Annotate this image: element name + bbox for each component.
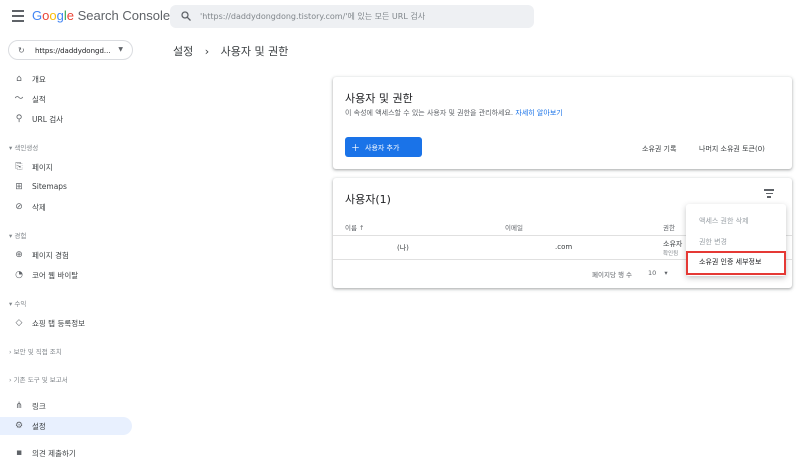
- sidebar-item-label: URL 검사: [32, 115, 64, 124]
- hamburger-menu-icon[interactable]: [12, 10, 24, 22]
- rows-per-page-value: 10: [648, 269, 657, 277]
- sitemap-icon: ⊞: [15, 182, 23, 192]
- section-experience[interactable]: ▾ 경험: [9, 230, 26, 240]
- sidebar-item-label: 페이지: [32, 163, 53, 172]
- menu-item-label: 액세스 권한 삭제: [699, 217, 749, 225]
- sidebar-item-overview[interactable]: ⌂ 개요: [0, 70, 132, 88]
- ownership-history-button[interactable]: 소유권 기록: [642, 144, 676, 154]
- column-header-email[interactable]: 이메일: [505, 222, 523, 232]
- gear-icon: ⚙: [14, 421, 24, 431]
- rows-per-page-label: 페이지당 행 수: [592, 271, 633, 279]
- sidebar-item-label: Sitemaps: [32, 182, 67, 191]
- sidebar-item-label: 쇼핑 탭 등록정보: [32, 319, 86, 328]
- section-label: 수익: [14, 300, 27, 308]
- section-enhancements[interactable]: ▾ 수익: [9, 298, 26, 308]
- sidebar-item-core-web-vitals[interactable]: ◔ 코어 웹 바이탈: [0, 266, 132, 284]
- search-icon: [181, 11, 191, 21]
- menu-item-change-permission[interactable]: 권한 변경: [686, 231, 786, 251]
- section-label: 경험: [14, 232, 27, 240]
- sidebar-item-links[interactable]: ⋔ 링크: [0, 397, 132, 415]
- sidebar-item-shopping[interactable]: ◇ 쇼핑 탭 등록정보: [0, 314, 132, 332]
- users-title: 사용자(1): [345, 193, 391, 206]
- sidebar-item-url-inspection[interactable]: ⚲ URL 검사: [0, 110, 132, 128]
- menu-item-label: 소유권 인증 세부정보: [699, 258, 762, 266]
- sidebar-item-label: 의견 제출하기: [32, 449, 76, 458]
- sidebar-item-label: 코어 웹 바이탈: [32, 271, 79, 280]
- add-user-label: 사용자 추가: [365, 144, 400, 152]
- tag-icon: ◇: [15, 318, 23, 328]
- person-add-icon: ＋: [351, 144, 361, 154]
- sidebar-item-removals[interactable]: ⊘ 삭제: [0, 198, 132, 216]
- permissions-card: 사용자 및 권한 이 속성에 액세스할 수 있는 사용자 및 권한을 관리하세요…: [333, 77, 792, 169]
- user-permission-status: 확인됨: [663, 251, 679, 257]
- breadcrumb-current: 사용자 및 권한: [220, 45, 289, 58]
- app-logo[interactable]: Google Search Console: [32, 8, 170, 23]
- sidebar-item-label: 실적: [32, 95, 46, 104]
- column-header-name[interactable]: 이름 ↑: [345, 222, 365, 232]
- section-label: 기존 도구 및 보고서: [13, 376, 68, 384]
- sidebar: ↻ https://daddydongd... ▼ ⌂ 개요 〜 실적 ⚲ UR…: [0, 34, 140, 464]
- filter-icon[interactable]: [764, 189, 774, 198]
- page-title: 사용자 및 권한: [345, 92, 413, 105]
- sidebar-item-label: 삭제: [32, 203, 46, 212]
- links-icon: ⋔: [15, 401, 23, 411]
- add-user-button[interactable]: ＋ 사용자 추가: [345, 137, 422, 157]
- menu-item-ownership-details[interactable]: 소유권 인증 세부정보: [686, 251, 786, 275]
- section-label: 색인생성: [14, 144, 39, 152]
- section-legacy[interactable]: › 기존 도구 및 보고서: [9, 374, 68, 384]
- trending-icon: 〜: [14, 94, 24, 104]
- visibility-off-icon: ⊘: [15, 202, 23, 212]
- logo-letter: o: [49, 8, 57, 23]
- breadcrumb-parent[interactable]: 설정: [173, 45, 193, 58]
- section-label: 보안 및 직접 조치: [13, 348, 62, 356]
- description-text: 이 속성에 액세스할 수 있는 사용자 및 권한을 관리하세요.: [345, 109, 514, 117]
- menu-item-label: 권한 변경: [699, 238, 727, 246]
- column-label: 이름: [345, 224, 357, 232]
- breadcrumb: 설정 › 사용자 및 권한: [173, 43, 296, 59]
- sort-arrow-icon: ↑: [359, 224, 365, 232]
- sidebar-item-label: 개요: [32, 75, 46, 84]
- user-name: (나): [397, 244, 409, 252]
- filter-menu: 액세스 권한 삭제 권한 변경 소유권 인증 세부정보: [686, 204, 786, 276]
- search-icon: ⚲: [15, 114, 23, 124]
- home-icon: ⌂: [16, 74, 22, 84]
- column-header-permission[interactable]: 권한: [663, 222, 675, 232]
- top-bar: Google Search Console 'https://daddydong…: [0, 0, 800, 34]
- refresh-icon: ↻: [18, 46, 25, 55]
- sidebar-item-settings[interactable]: ⚙ 설정: [0, 417, 132, 435]
- search-placeholder: 'https://daddydongdong.tistory.com/'에 있는…: [200, 12, 426, 21]
- plus-circle-icon: ⊕: [15, 250, 23, 260]
- learn-more-link[interactable]: 자세히 알아보기: [515, 109, 562, 117]
- pages-icon: ⎘: [15, 162, 23, 172]
- permissions-description: 이 속성에 액세스할 수 있는 사용자 및 권한을 관리하세요. 자세히 알아보…: [345, 108, 563, 118]
- user-permission: 소유자: [663, 240, 683, 248]
- logo-letter: g: [56, 8, 64, 23]
- section-security[interactable]: › 보안 및 직접 조치: [9, 346, 62, 356]
- sidebar-item-performance[interactable]: 〜 실적: [0, 90, 132, 108]
- url-inspect-search[interactable]: 'https://daddydongdong.tistory.com/'에 있는…: [170, 5, 534, 28]
- sidebar-item-page-experience[interactable]: ⊕ 페이지 경험: [0, 246, 132, 264]
- sidebar-item-feedback[interactable]: ▪ 의견 제출하기: [0, 444, 132, 462]
- menu-item-remove-access[interactable]: 액세스 권한 삭제: [686, 210, 786, 230]
- property-name: https://daddydongd...: [35, 47, 111, 55]
- sidebar-item-sitemaps[interactable]: ⊞ Sitemaps: [0, 178, 132, 196]
- sidebar-item-pages[interactable]: ⎘ 페이지: [0, 158, 132, 176]
- section-indexing[interactable]: ▾ 색인생성: [9, 142, 38, 152]
- sidebar-item-label: 설정: [32, 422, 46, 431]
- logo-letter: G: [32, 8, 43, 23]
- logo-letter: e: [66, 8, 74, 23]
- caret-down-icon: ▾: [664, 269, 668, 277]
- feedback-icon: ▪: [15, 448, 23, 458]
- rows-per-page-select[interactable]: 10 ▾: [648, 269, 668, 277]
- remaining-owners-button[interactable]: 나머지 소유권 토큰(0): [699, 144, 765, 154]
- user-email: .com: [555, 243, 573, 251]
- caret-down-icon: ▼: [118, 46, 123, 53]
- speed-icon: ◔: [15, 270, 23, 280]
- sidebar-item-label: 링크: [32, 402, 46, 411]
- sidebar-item-label: 페이지 경험: [32, 251, 69, 260]
- logo-product: Search Console: [77, 8, 171, 23]
- property-selector[interactable]: ↻ https://daddydongd... ▼: [8, 40, 133, 60]
- breadcrumb-separator: ›: [204, 45, 210, 58]
